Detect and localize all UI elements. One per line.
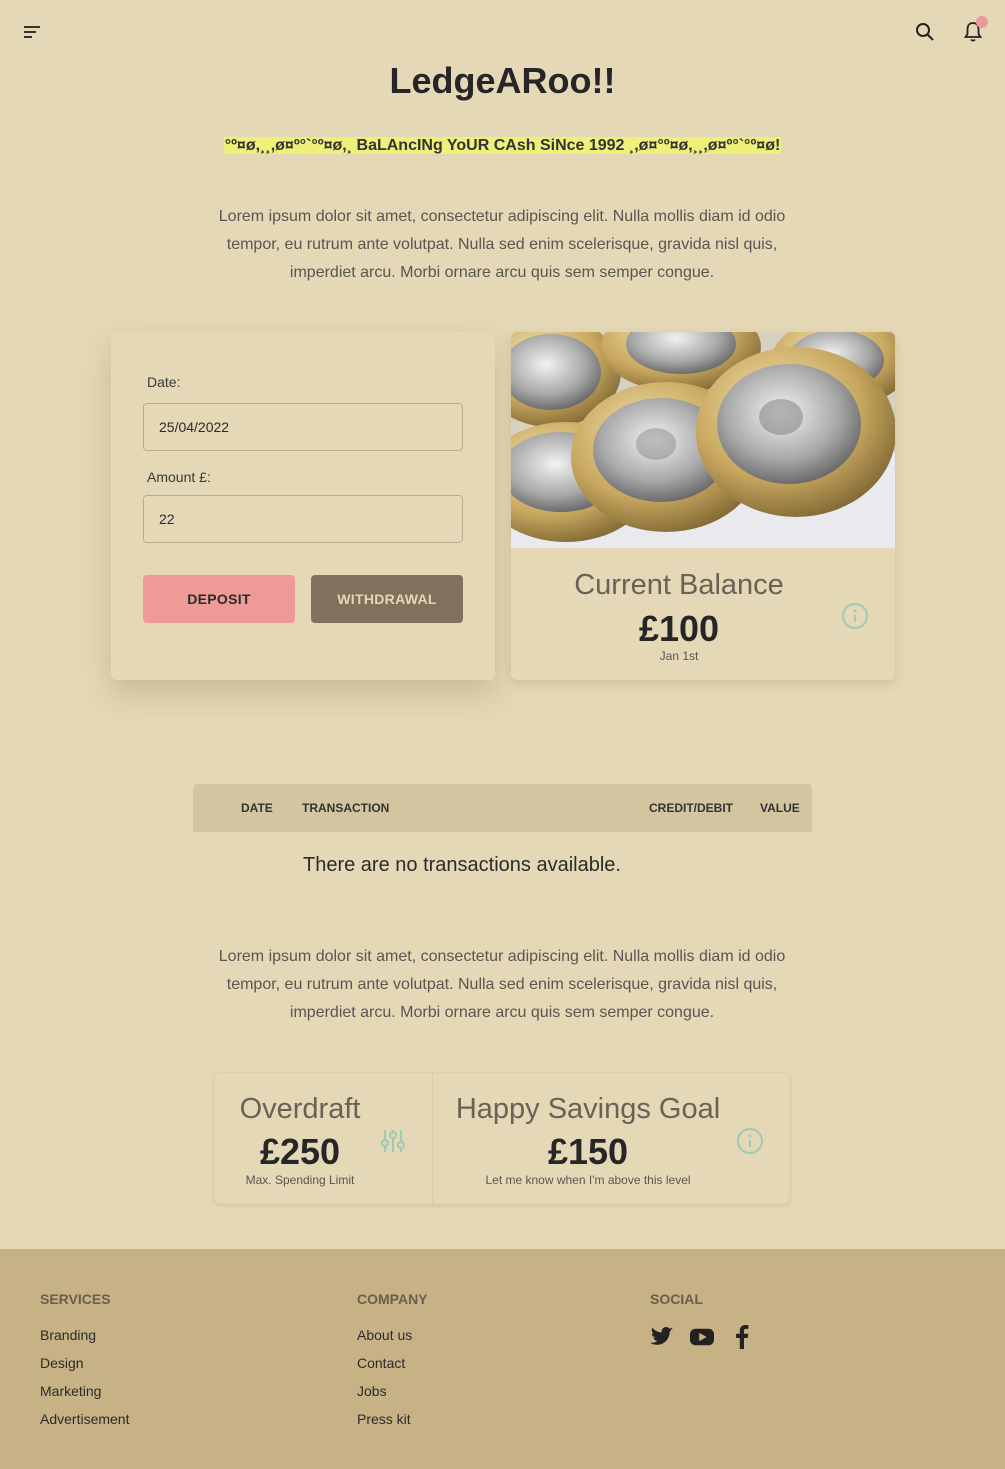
app-title: LedgeARoo!! bbox=[389, 60, 616, 101]
footer: SERVICES Branding Design Marketing Adver… bbox=[0, 1249, 1005, 1469]
social-links bbox=[650, 1325, 754, 1349]
savings-goal-value: £150 bbox=[547, 1131, 629, 1172]
info-icon[interactable] bbox=[736, 1127, 764, 1155]
intro-text: Lorem ipsum dolor sit amet, consectetur … bbox=[218, 208, 786, 281]
footer-link-advertisement[interactable]: Advertisement bbox=[40, 1411, 129, 1439]
col-value[interactable]: VALUE bbox=[760, 801, 800, 815]
search-icon[interactable] bbox=[909, 16, 941, 48]
transactions-table-header: DATE TRANSACTION CREDIT/DEBIT VALUE bbox=[193, 784, 812, 832]
facebook-icon[interactable] bbox=[730, 1325, 754, 1349]
footer-services-heading: SERVICES bbox=[40, 1291, 111, 1307]
withdrawal-button[interactable]: WITHDRAWAL bbox=[311, 575, 463, 623]
footer-social: SOCIAL bbox=[650, 1291, 754, 1349]
footer-services: SERVICES Branding Design Marketing Adver… bbox=[40, 1291, 129, 1439]
transaction-form-card: Date: Amount £: DEPOSIT WITHDRAWAL bbox=[111, 332, 495, 680]
date-label: Date: bbox=[147, 374, 181, 390]
footer-link-design[interactable]: Design bbox=[40, 1355, 129, 1383]
sliders-icon[interactable] bbox=[379, 1127, 407, 1155]
balance-label: Current Balance bbox=[574, 569, 784, 601]
overdraft-label: Overdraft bbox=[239, 1093, 361, 1125]
footer-link-branding[interactable]: Branding bbox=[40, 1327, 129, 1355]
balance-card: Current Balance £100 Jan 1st bbox=[511, 332, 895, 680]
overdraft-sub: Max. Spending Limit bbox=[245, 1173, 355, 1187]
overdraft-value: £250 bbox=[259, 1131, 341, 1172]
footer-link-jobs[interactable]: Jobs bbox=[357, 1383, 428, 1411]
youtube-icon[interactable] bbox=[690, 1325, 714, 1349]
savings-goal-label: Happy Savings Goal bbox=[455, 1093, 721, 1125]
balance-date: Jan 1st bbox=[659, 649, 699, 663]
col-credit-debit[interactable]: CREDIT/DEBIT bbox=[649, 801, 733, 815]
footer-company: COMPANY About us Contact Jobs Press kit bbox=[357, 1291, 428, 1439]
date-input[interactable] bbox=[143, 403, 463, 451]
menu-icon[interactable] bbox=[16, 16, 48, 48]
tagline-text: °º¤ø,¸¸,ø¤º°`°º¤ø,¸ BaLAncINg YoUR CAsh … bbox=[223, 137, 782, 154]
balance-value: £100 bbox=[638, 608, 720, 649]
amount-input[interactable] bbox=[143, 495, 463, 543]
top-bar bbox=[0, 0, 1005, 64]
footer-link-marketing[interactable]: Marketing bbox=[40, 1383, 129, 1411]
tagline: °º¤ø,¸¸,ø¤º°`°º¤ø,¸ BaLAncINg YoUR CAsh … bbox=[0, 137, 1005, 155]
deposit-button[interactable]: DEPOSIT bbox=[143, 575, 295, 623]
footer-social-heading: SOCIAL bbox=[650, 1291, 703, 1307]
coins-image bbox=[511, 332, 895, 548]
info-icon[interactable] bbox=[841, 602, 869, 630]
stats-panel: Overdraft £250 Max. Spending Limit Happy… bbox=[214, 1072, 790, 1204]
footer-link-press-kit[interactable]: Press kit bbox=[357, 1411, 428, 1439]
footer-link-about[interactable]: About us bbox=[357, 1327, 428, 1355]
secondary-intro-text: Lorem ipsum dolor sit amet, consectetur … bbox=[218, 948, 786, 1021]
savings-goal-sub: Let me know when I'm above this level bbox=[485, 1173, 691, 1187]
notification-badge bbox=[976, 16, 988, 28]
empty-transactions-message: There are no transactions available. bbox=[303, 854, 621, 876]
footer-link-contact[interactable]: Contact bbox=[357, 1355, 428, 1383]
col-transaction[interactable]: TRANSACTION bbox=[302, 801, 389, 815]
col-date[interactable]: DATE bbox=[241, 801, 273, 815]
twitter-icon[interactable] bbox=[650, 1325, 674, 1349]
footer-company-heading: COMPANY bbox=[357, 1291, 428, 1307]
amount-label: Amount £: bbox=[147, 469, 211, 485]
